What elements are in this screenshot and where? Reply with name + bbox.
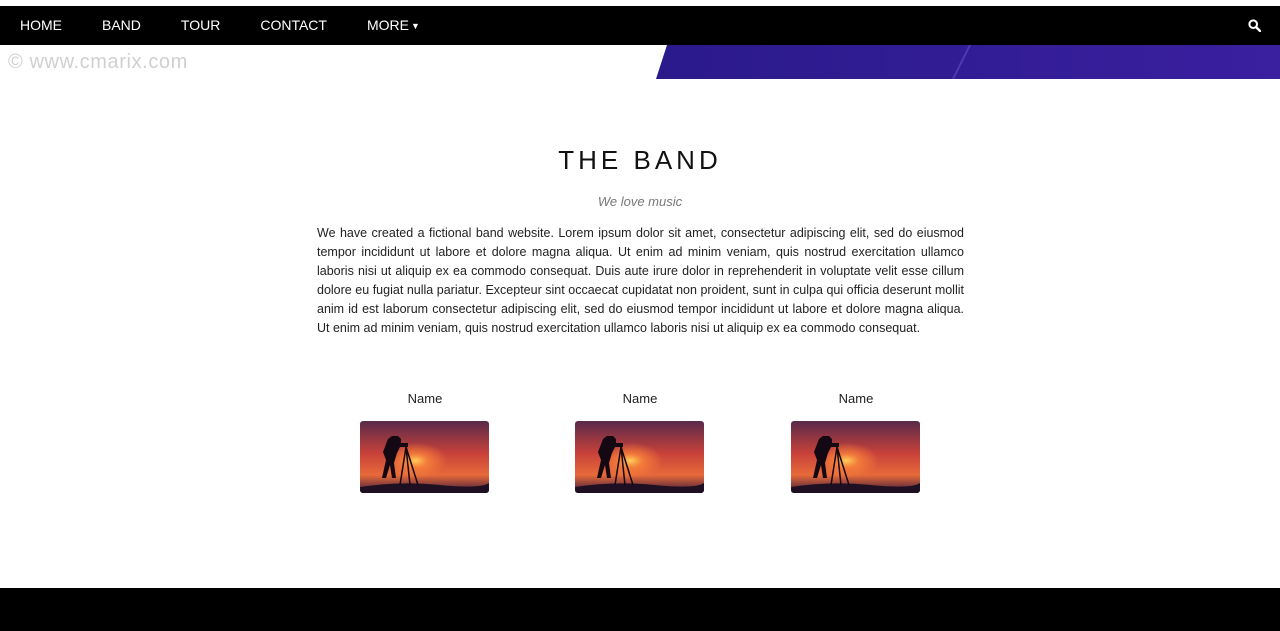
- member-card: Name: [791, 390, 921, 493]
- nav-contact[interactable]: CONTACT: [240, 6, 347, 45]
- page-subtitle: We love music: [597, 194, 683, 209]
- search-button[interactable]: [1244, 6, 1264, 45]
- member-photo[interactable]: [791, 421, 920, 493]
- nav-band[interactable]: BAND: [82, 6, 161, 45]
- member-card: Name: [575, 390, 705, 493]
- member-name: Name: [622, 391, 658, 406]
- nav-tour[interactable]: TOUR: [161, 6, 240, 45]
- band-description: We have created a fictional band website…: [317, 226, 964, 335]
- header-banner: [656, 45, 1280, 79]
- search-icon: [1247, 19, 1261, 32]
- member-name: Name: [407, 391, 443, 406]
- footer: [0, 588, 1280, 631]
- caret-down-icon: ▼: [410, 21, 420, 31]
- member-photo[interactable]: [575, 421, 704, 493]
- nav-more[interactable]: MORE ▼: [347, 6, 440, 45]
- nav-home[interactable]: HOME: [0, 6, 82, 45]
- navbar: HOME BAND TOUR CONTACT MORE ▼: [0, 6, 1280, 45]
- watermark: © www.cmarix.com: [8, 51, 188, 73]
- member-photo[interactable]: [360, 421, 489, 493]
- nav-more-label: MORE: [366, 17, 409, 33]
- member-card: Name: [360, 390, 490, 493]
- member-name: Name: [838, 391, 874, 406]
- page-title: THE BAND: [558, 145, 722, 175]
